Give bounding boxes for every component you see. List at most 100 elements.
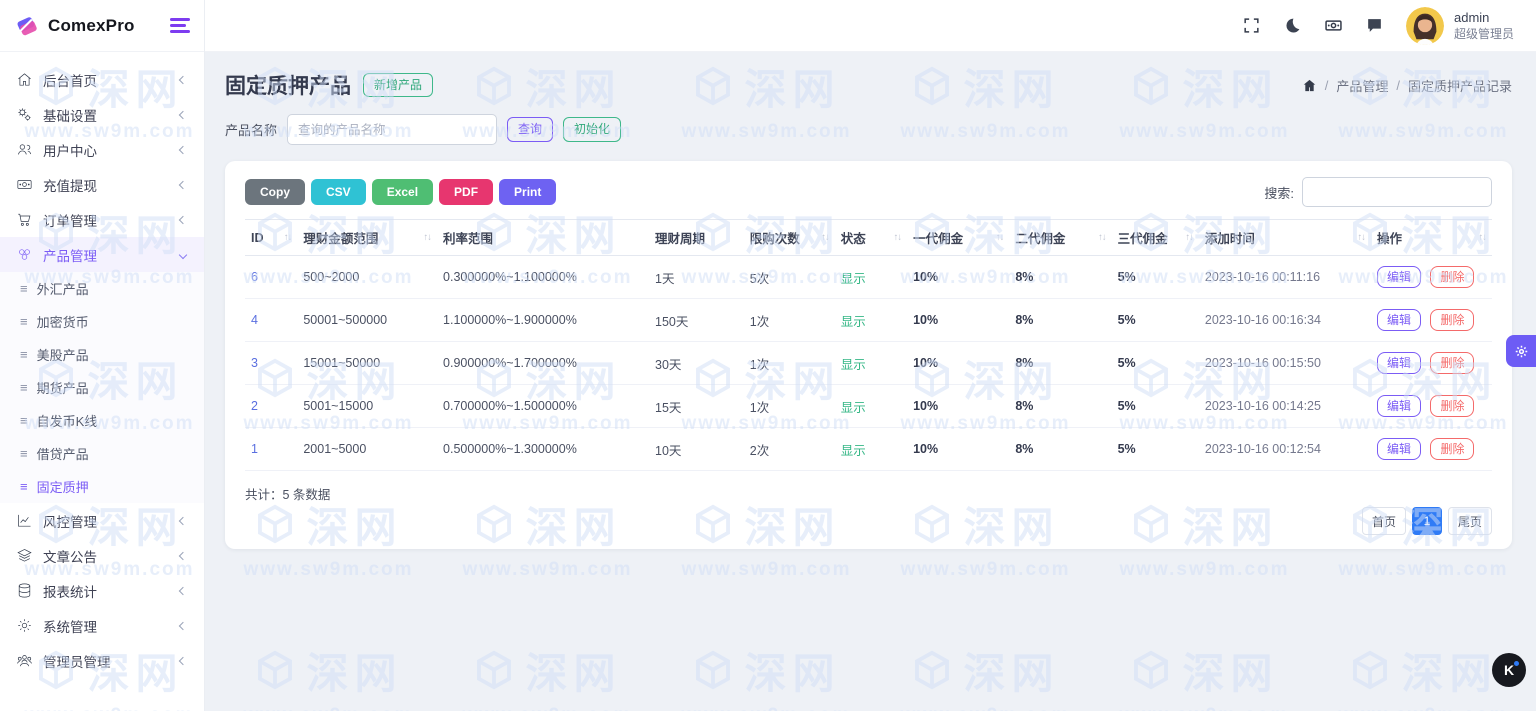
- pagination-last[interactable]: 尾页: [1448, 507, 1492, 535]
- cell-level2: 8%: [1009, 299, 1111, 342]
- sort-icon[interactable]: ↑↓: [1185, 232, 1193, 243]
- table-row: 3 15001~50000 0.900000%~1.700000% 30天 1次…: [245, 342, 1492, 385]
- col-level2-commission[interactable]: 二代佣金↑↓: [1009, 220, 1111, 256]
- sidebar-item-risk[interactable]: 风控管理: [0, 503, 204, 538]
- sidebar-menu: 后台首页 基础设置 用户中心 充值提现 订单管理: [0, 52, 204, 678]
- sort-icon[interactable]: ↑↓: [424, 232, 432, 243]
- query-button[interactable]: 查询: [507, 117, 553, 141]
- sidebar-item-reports[interactable]: 报表统计: [0, 573, 204, 608]
- user-menu[interactable]: admin 超级管理员: [1406, 7, 1514, 45]
- sidebar-item-label: 充值提现: [43, 175, 170, 195]
- cart-icon: [16, 211, 33, 228]
- col-level1-commission[interactable]: 一代佣金↑↓: [907, 220, 1009, 256]
- sidebar-subitem-futures[interactable]: ≡ 期货产品: [0, 371, 204, 404]
- sort-icon[interactable]: ↑↓: [1357, 232, 1365, 243]
- edit-button[interactable]: 编辑: [1377, 309, 1421, 331]
- product-name-label: 产品名称: [225, 120, 277, 139]
- theme-settings-button[interactable]: [1506, 335, 1536, 367]
- kit-helper-button[interactable]: K: [1492, 653, 1526, 687]
- delete-button[interactable]: 删除: [1430, 395, 1474, 417]
- sort-icon[interactable]: ↑↓: [996, 232, 1004, 243]
- status-badge[interactable]: 显示: [835, 342, 907, 385]
- sidebar-subitem-fixed-pledge[interactable]: ≡ 固定质押: [0, 470, 204, 503]
- pdf-button[interactable]: PDF: [439, 179, 493, 205]
- sidebar-subitem-forex[interactable]: ≡ 外汇产品: [0, 272, 204, 305]
- cell-purchase-limit: 2次: [744, 428, 835, 471]
- team-icon: [16, 652, 33, 669]
- col-status[interactable]: 状态↑↓: [835, 220, 907, 256]
- breadcrumb-products[interactable]: 产品管理: [1336, 76, 1388, 95]
- breadcrumb-home-icon[interactable]: [1302, 78, 1317, 93]
- delete-button[interactable]: 删除: [1430, 352, 1474, 374]
- sidebar-item-system[interactable]: 系统管理: [0, 608, 204, 643]
- col-period[interactable]: 理财周期: [649, 220, 744, 256]
- col-actions[interactable]: 操作↑↓: [1371, 220, 1492, 256]
- print-button[interactable]: Print: [499, 179, 556, 205]
- cell-id[interactable]: 3: [245, 342, 297, 385]
- cell-id[interactable]: 4: [245, 299, 297, 342]
- dark-mode-moon-icon[interactable]: [1283, 16, 1302, 35]
- cell-id[interactable]: 1: [245, 428, 297, 471]
- cell-level3: 5%: [1112, 385, 1199, 428]
- sidebar-item-products[interactable]: 产品管理: [0, 237, 204, 272]
- sidebar-item-admins[interactable]: 管理员管理: [0, 643, 204, 678]
- sidebar-item-user-center[interactable]: 用户中心: [0, 132, 204, 167]
- edit-button[interactable]: 编辑: [1377, 266, 1421, 288]
- col-level3-commission[interactable]: 三代佣金↑↓: [1112, 220, 1199, 256]
- col-id[interactable]: ID↑↓: [245, 220, 297, 256]
- sort-icon[interactable]: ↑↓: [1479, 232, 1487, 243]
- status-badge[interactable]: 显示: [835, 428, 907, 471]
- sidebar-item-articles[interactable]: 文章公告: [0, 538, 204, 573]
- delete-button[interactable]: 删除: [1430, 438, 1474, 460]
- sidebar-item-label: 产品管理: [43, 245, 170, 265]
- sidebar-subitem-crypto[interactable]: ≡ 加密货币: [0, 305, 204, 338]
- sidebar-subitem-custom-kline[interactable]: ≡ 自发币K线: [0, 404, 204, 437]
- status-badge[interactable]: 显示: [835, 299, 907, 342]
- sidebar-toggle-icon[interactable]: [170, 18, 190, 33]
- cell-amount-range: 15001~50000: [297, 342, 437, 385]
- sidebar-subitem-loans[interactable]: ≡ 借贷产品: [0, 437, 204, 470]
- sidebar-item-deposit-withdraw[interactable]: 充值提现: [0, 167, 204, 202]
- table-search-input[interactable]: [1302, 177, 1492, 207]
- csv-button[interactable]: CSV: [311, 179, 366, 205]
- table-row: 2 5001~15000 0.700000%~1.500000% 15天 1次 …: [245, 385, 1492, 428]
- add-product-button[interactable]: 新增产品: [363, 73, 433, 97]
- product-name-input[interactable]: [287, 114, 497, 145]
- list-icon: ≡: [20, 479, 28, 494]
- delete-button[interactable]: 删除: [1430, 266, 1474, 288]
- col-amount-range[interactable]: 理财金额范围↑↓: [297, 220, 437, 256]
- pagination-first[interactable]: 首页: [1362, 507, 1406, 535]
- fullscreen-icon[interactable]: [1242, 16, 1261, 35]
- col-rate-range[interactable]: 利率范围: [437, 220, 649, 256]
- status-badge[interactable]: 显示: [835, 256, 907, 299]
- copy-button[interactable]: Copy: [245, 179, 305, 205]
- brand-logo-icon: [14, 13, 40, 39]
- sort-icon[interactable]: ↑↓: [1098, 232, 1106, 243]
- cell-id[interactable]: 2: [245, 385, 297, 428]
- sidebar-item-basic-settings[interactable]: 基础设置: [0, 97, 204, 132]
- col-created-at[interactable]: 添加时间↑↓: [1199, 220, 1371, 256]
- messages-icon[interactable]: [1365, 16, 1384, 35]
- currency-icon[interactable]: [1324, 16, 1343, 35]
- edit-button[interactable]: 编辑: [1377, 438, 1421, 460]
- cell-id[interactable]: 6: [245, 256, 297, 299]
- sidebar-item-home[interactable]: 后台首页: [0, 62, 204, 97]
- sort-icon[interactable]: ↑↓: [284, 232, 292, 243]
- excel-button[interactable]: Excel: [372, 179, 433, 205]
- sidebar-subitem-us-stocks[interactable]: ≡ 美股产品: [0, 338, 204, 371]
- cell-period: 1天: [649, 256, 744, 299]
- status-badge[interactable]: 显示: [835, 385, 907, 428]
- sort-icon[interactable]: ↑↓: [894, 232, 902, 243]
- edit-button[interactable]: 编辑: [1377, 395, 1421, 417]
- edit-button[interactable]: 编辑: [1377, 352, 1421, 374]
- gear-icon: [16, 617, 33, 634]
- cell-rate-range: 0.900000%~1.700000%: [437, 342, 649, 385]
- delete-button[interactable]: 删除: [1430, 309, 1474, 331]
- sort-icon[interactable]: ↑↓: [821, 232, 829, 243]
- col-purchase-limit[interactable]: 限购次数↑↓: [744, 220, 835, 256]
- pagination-page-1[interactable]: 1: [1412, 507, 1442, 535]
- cell-created-at: 2023-10-16 00:15:50: [1199, 342, 1371, 385]
- sidebar-item-orders[interactable]: 订单管理: [0, 202, 204, 237]
- cell-actions: 编辑 删除: [1371, 385, 1492, 428]
- reset-button[interactable]: 初始化: [563, 117, 621, 141]
